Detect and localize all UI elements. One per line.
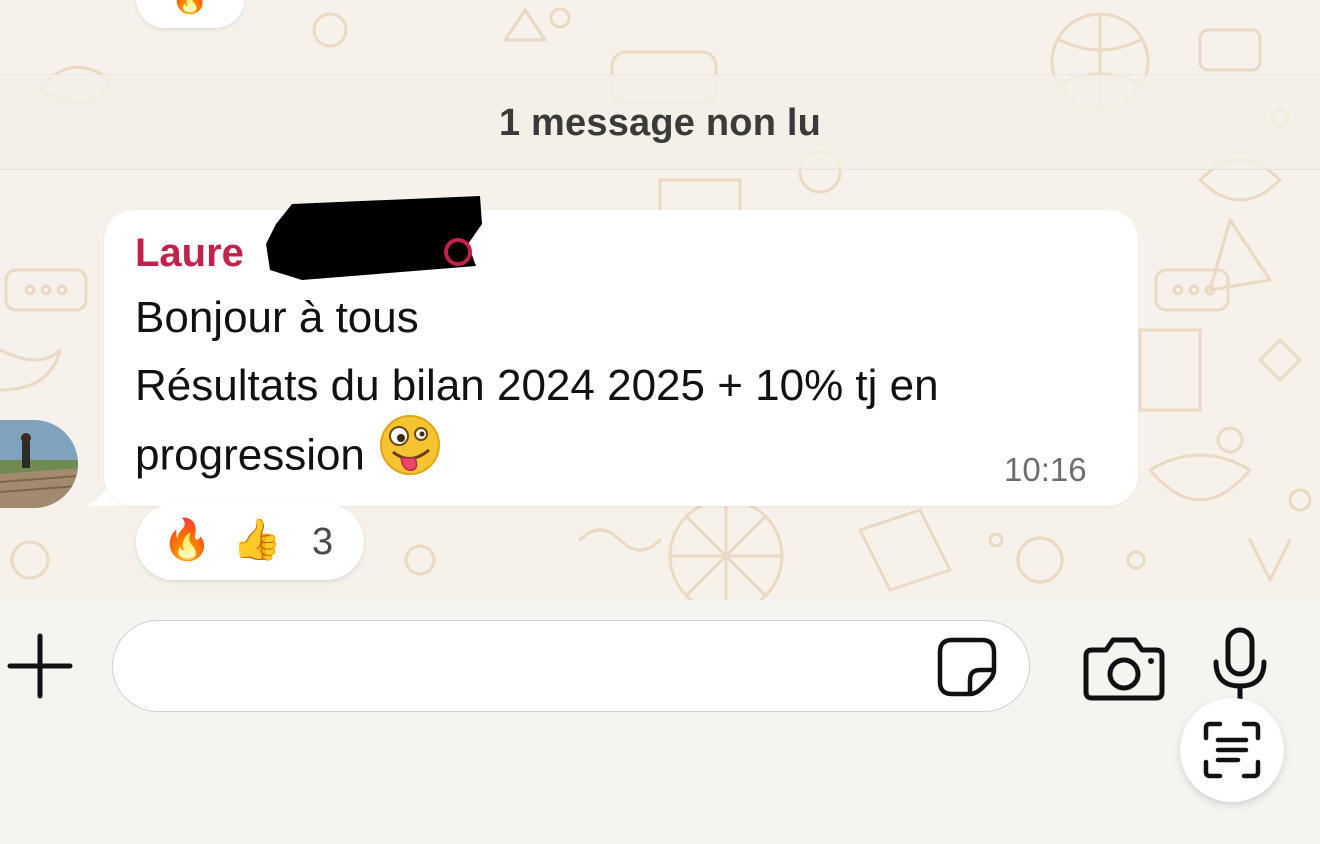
reaction-count: 3	[312, 521, 334, 563]
message-line-3: progression	[135, 415, 441, 494]
thumbs-up-reaction-emoji: 👍	[232, 518, 282, 562]
chat-screen: 🔥 1 message non lu Laure Bonjour à tous …	[0, 0, 1320, 844]
sticker-icon	[937, 637, 997, 697]
fire-reaction-emoji: 🔥	[162, 518, 212, 562]
message-input[interactable]	[112, 620, 1030, 712]
plus-icon	[7, 633, 73, 699]
unread-banner-label: 1 message non lu	[498, 102, 822, 144]
scan-text-button[interactable]	[1180, 698, 1284, 802]
microphone-button[interactable]	[1208, 626, 1272, 706]
fire-reaction-emoji: 🔥	[171, 0, 208, 15]
redaction-mark	[266, 196, 482, 280]
camera-icon	[1083, 637, 1165, 701]
message-time: 10:16	[1004, 451, 1087, 488]
unread-banner: 1 message non lu	[0, 74, 1320, 170]
sender-name[interactable]: Laure	[135, 226, 244, 280]
sticker-button[interactable]	[936, 636, 998, 698]
message-line-3-text: progression	[135, 430, 365, 480]
message-line-2: Résultats du bilan 2024 2025 + 10% tj en	[135, 361, 939, 410]
camera-button[interactable]	[1082, 632, 1166, 704]
scan-text-icon	[1203, 721, 1261, 779]
message-line-1: Bonjour à tous	[135, 293, 419, 342]
zany-face-icon	[379, 414, 441, 494]
previous-message-reaction[interactable]: 🔥	[136, 0, 244, 28]
attach-button[interactable]	[6, 632, 74, 700]
microphone-icon	[1213, 627, 1267, 705]
